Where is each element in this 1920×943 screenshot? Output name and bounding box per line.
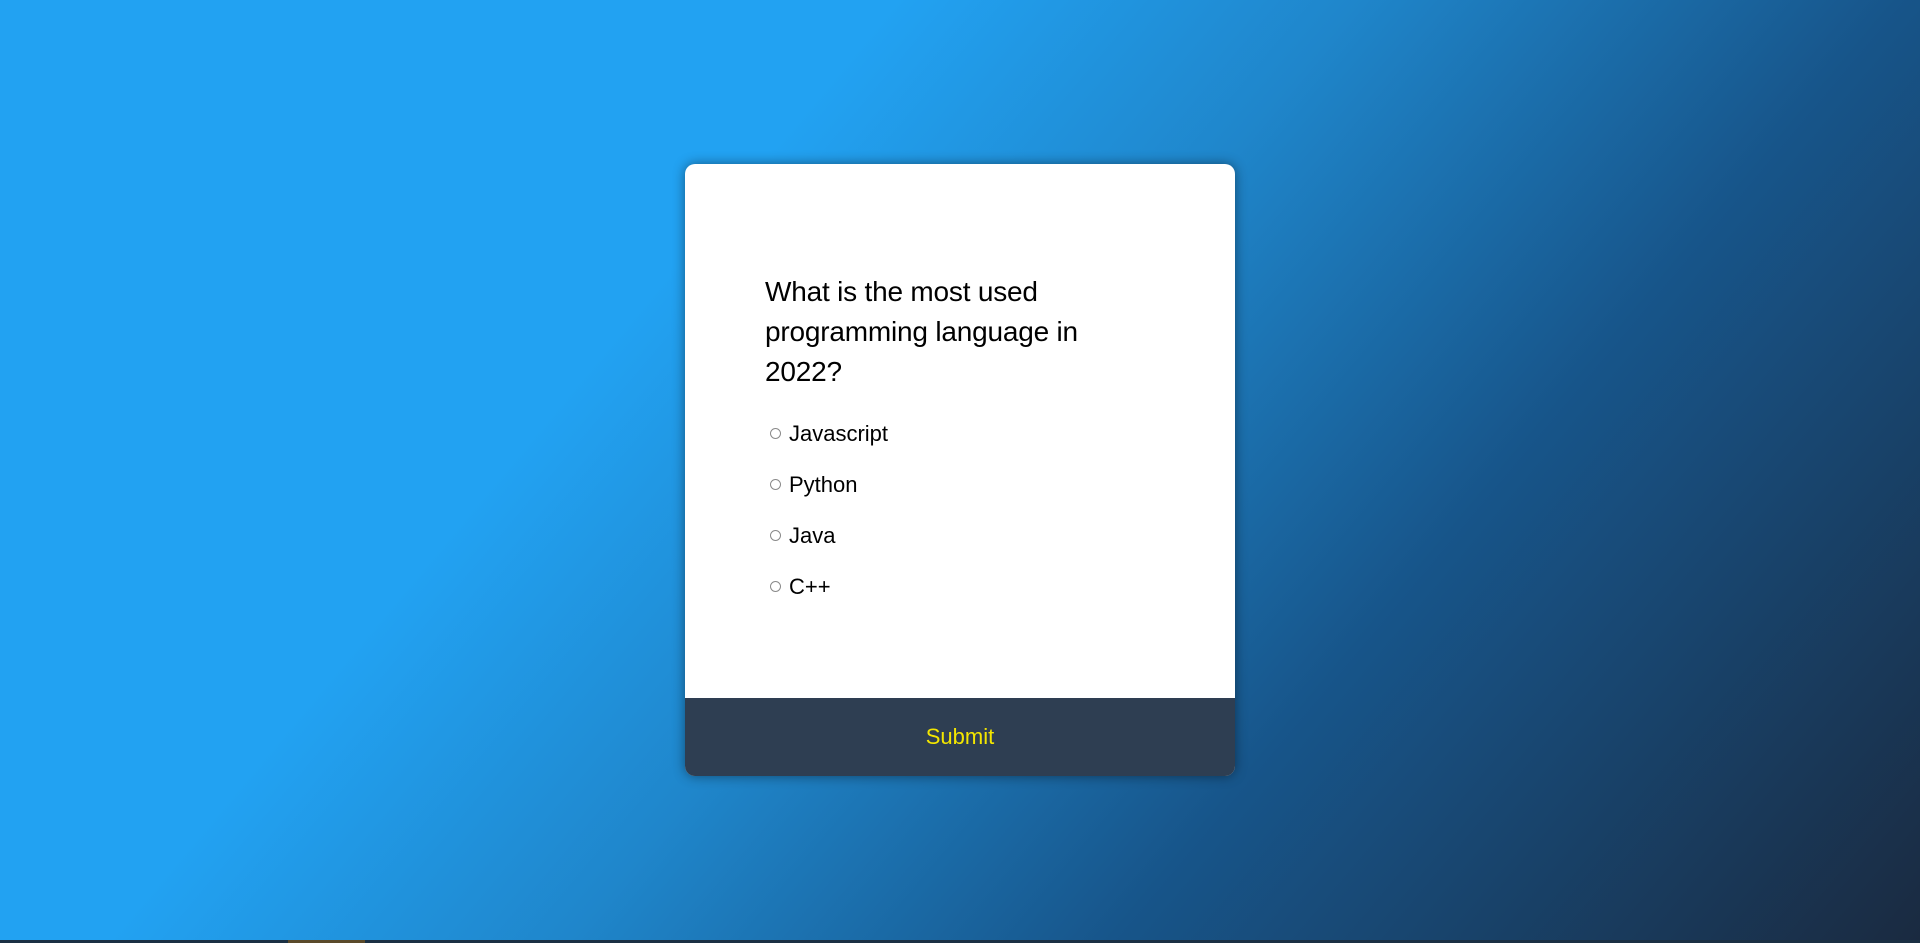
answer-label-python[interactable]: Python: [789, 472, 858, 498]
submit-button[interactable]: Submit: [685, 698, 1235, 776]
answer-option-cpp[interactable]: C++: [765, 561, 1155, 612]
answer-option-javascript[interactable]: Javascript: [765, 408, 1155, 459]
quiz-card: What is the most used programming langua…: [685, 164, 1235, 776]
quiz-header: What is the most used programming langua…: [685, 164, 1235, 612]
answer-list: Javascript Python Java C++: [765, 408, 1155, 612]
answer-label-javascript[interactable]: Javascript: [789, 421, 888, 447]
radio-button-javascript[interactable]: [770, 428, 781, 439]
answer-option-java[interactable]: Java: [765, 510, 1155, 561]
question-text: What is the most used programming langua…: [765, 276, 1078, 387]
radio-button-python[interactable]: [770, 479, 781, 490]
radio-button-java[interactable]: [770, 530, 781, 541]
answer-label-java[interactable]: Java: [789, 523, 835, 549]
answer-label-cpp[interactable]: C++: [789, 574, 831, 600]
answer-option-python[interactable]: Python: [765, 459, 1155, 510]
radio-button-cpp[interactable]: [770, 581, 781, 592]
